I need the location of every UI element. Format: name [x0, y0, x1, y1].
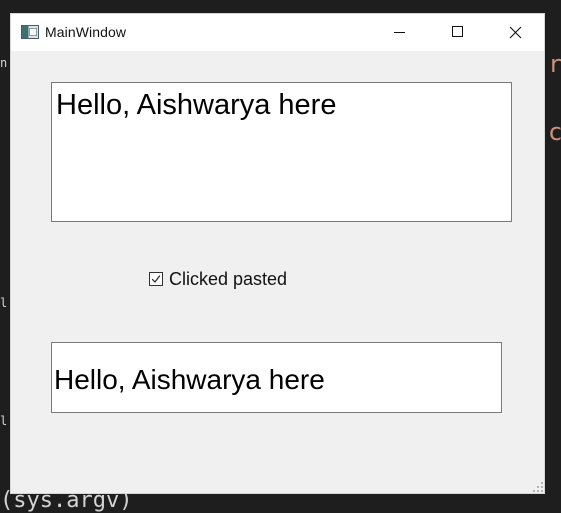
clicked-pasted-checkbox-row[interactable]: Clicked pasted: [149, 268, 287, 290]
background-code-fragment: l: [0, 414, 8, 428]
close-button[interactable]: [486, 14, 544, 51]
background-code-fragment: l: [0, 296, 8, 310]
maximize-button[interactable]: [428, 14, 486, 51]
resize-grip-icon[interactable]: [533, 482, 543, 492]
maximize-icon: [452, 26, 463, 37]
clicked-pasted-checkbox[interactable]: [149, 272, 163, 286]
multiline-text-edit[interactable]: Hello, Aishwarya here: [51, 82, 512, 222]
background-code-fragment: c: [548, 118, 561, 146]
minimize-icon: [394, 32, 405, 33]
single-line-text-input[interactable]: Hello, Aishwarya here: [51, 342, 502, 413]
minimize-button[interactable]: [370, 14, 428, 51]
close-icon: [509, 26, 522, 39]
title-bar[interactable]: MainWindow: [11, 14, 544, 51]
app-window-icon: [21, 25, 39, 39]
window-title: MainWindow: [45, 24, 127, 40]
checkbox-label[interactable]: Clicked pasted: [169, 269, 287, 290]
checkmark-icon: [151, 275, 161, 283]
background-code-fragment: r: [548, 50, 561, 78]
background-code-fragment: n: [0, 56, 8, 70]
main-window: MainWindow Hello, Aishwarya here Clicked…: [10, 13, 545, 494]
